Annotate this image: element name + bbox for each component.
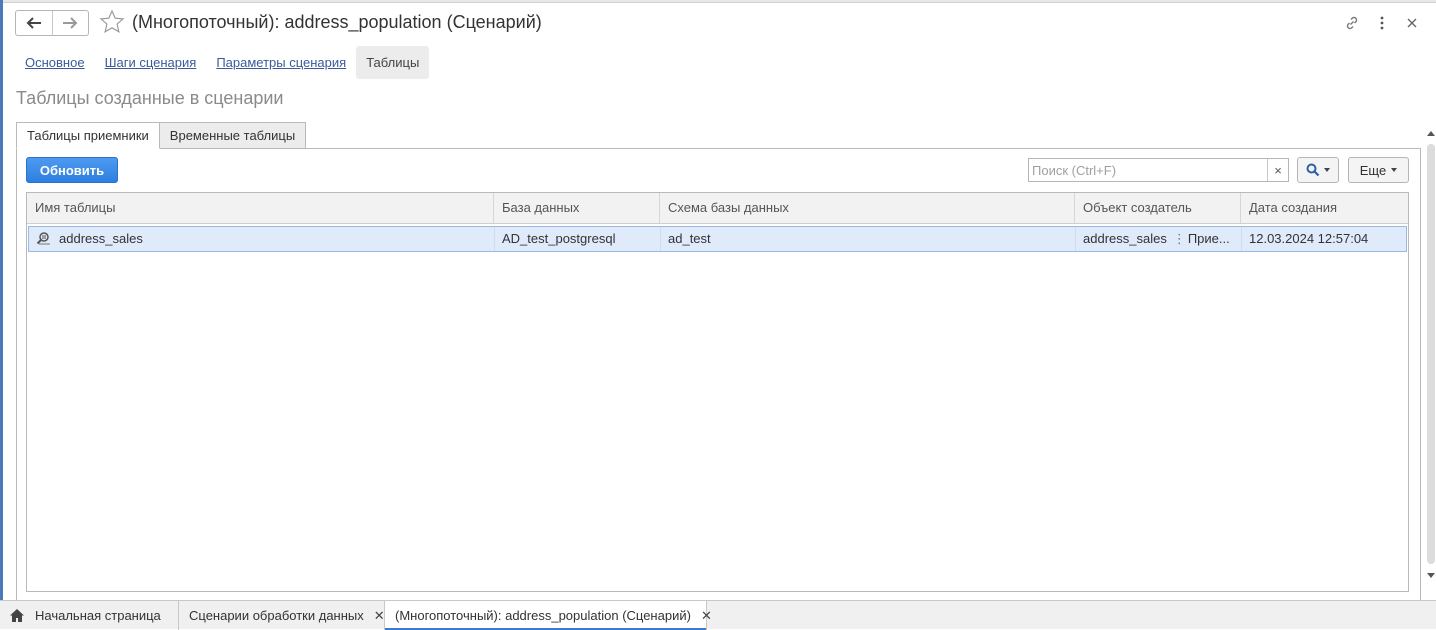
forward-button[interactable] [51, 11, 89, 35]
back-button[interactable] [16, 11, 52, 35]
more-button[interactable]: Еще [1348, 157, 1409, 183]
tab-scenario-params[interactable]: Параметры сценария [206, 46, 356, 79]
column-header-created[interactable]: Дата создания [1241, 193, 1408, 223]
tables-grid: Имя таблицы База данных Схема базы данны… [26, 192, 1409, 592]
task-home-label: Начальная страница [35, 608, 161, 623]
scroll-down-button[interactable] [1426, 570, 1436, 580]
close-icon[interactable]: ✕ [701, 608, 712, 624]
section-tabs: Основное Шаги сценария Параметры сценари… [15, 46, 430, 79]
more-button-label: Еще [1359, 162, 1387, 178]
tab-scenario-steps[interactable]: Шаги сценария [95, 46, 207, 79]
search-field: × [1028, 158, 1289, 182]
cell-creator: address_sales ⋮ Прие... [1076, 227, 1242, 251]
column-header-schema[interactable]: Схема базы данных [660, 193, 1075, 223]
row-schema: ad_test [661, 227, 1076, 251]
window-title: (Многопоточный): address_population (Сце… [132, 12, 542, 32]
link-icon [1346, 16, 1358, 30]
table-type-tabs: Таблицы приемники Временные таблицы [16, 122, 307, 149]
search-input[interactable] [1029, 159, 1267, 181]
history-navigation [15, 10, 89, 36]
open-windows-bar: Начальная страница Сценарии обработки да… [0, 600, 1436, 630]
chevron-down-icon [1391, 168, 1398, 172]
window-left-edge [0, 0, 3, 629]
more-actions-button[interactable] [1372, 13, 1392, 33]
table-row[interactable]: address_sales AD_test_postgresql ad_test… [28, 226, 1407, 252]
task-current-scenario[interactable]: (Многопоточный): address_population (Сце… [385, 601, 712, 630]
chevron-down-icon [1324, 168, 1330, 172]
scroll-up-button[interactable] [1426, 128, 1436, 138]
chevron-up-icon [1427, 130, 1435, 136]
separator-icon: ⋮ [1172, 231, 1186, 246]
refresh-button[interactable]: Обновить [26, 157, 118, 183]
column-header-database[interactable]: База данных [494, 193, 660, 223]
cell-table-name: address_sales [29, 227, 495, 251]
copy-link-button[interactable] [1342, 13, 1362, 33]
task-current-scenario-label: (Многопоточный): address_population (Сце… [395, 608, 691, 623]
arrow-left-icon [26, 17, 41, 29]
page-heading: Таблицы созданные в сценарии [16, 88, 284, 108]
row-table-name: address_sales [59, 231, 143, 246]
task-data-scenarios-label: Сценарии обработки данных [189, 608, 364, 623]
row-created: 12.03.2024 12:57:04 [1249, 231, 1369, 246]
close-icon [1407, 18, 1417, 28]
search-icon [1306, 163, 1320, 177]
column-header-table-name[interactable]: Имя таблицы [27, 193, 494, 223]
tab-temp-tables[interactable]: Временные таблицы [158, 122, 307, 149]
favorite-button[interactable] [99, 9, 125, 38]
task-data-scenarios[interactable]: Сценарии обработки данных ✕ [179, 601, 385, 630]
more-vertical-icon [1380, 16, 1384, 30]
tab-target-tables[interactable]: Таблицы приемники [16, 122, 160, 149]
scrollbar-thumb[interactable] [1427, 144, 1435, 564]
home-icon [10, 609, 24, 622]
arrow-right-icon [63, 17, 78, 29]
tab-main[interactable]: Основное [15, 46, 95, 79]
window-top-edge [0, 0, 1436, 3]
chevron-down-icon [1427, 572, 1435, 578]
close-icon[interactable]: ✕ [374, 608, 385, 624]
row-creator-name: address_sales [1083, 231, 1167, 246]
tab-tables[interactable]: Таблицы [356, 46, 430, 79]
row-creator-type: Прие... [1187, 231, 1230, 246]
table-header: Имя таблицы База данных Схема базы данны… [27, 193, 1408, 224]
row-database: AD_test_postgresql [495, 227, 661, 251]
column-header-creator[interactable]: Объект создатель [1075, 193, 1241, 223]
close-window-button[interactable] [1402, 13, 1422, 33]
task-home[interactable]: Начальная страница [0, 601, 179, 630]
star-icon [99, 9, 125, 34]
table-search-icon [36, 232, 50, 245]
search-button[interactable] [1297, 157, 1339, 183]
search-clear-button[interactable]: × [1267, 159, 1288, 181]
